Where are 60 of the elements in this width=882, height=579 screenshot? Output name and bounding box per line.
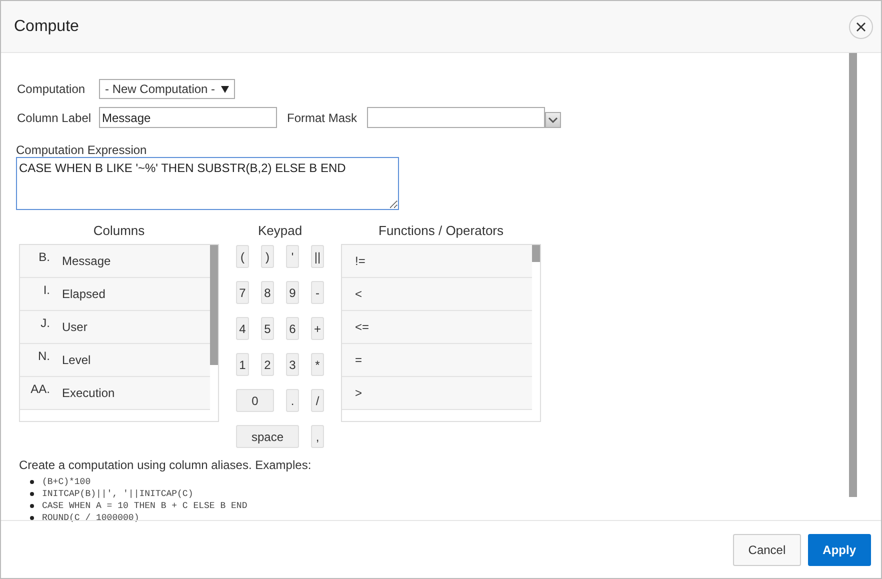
bullet-icon [30, 516, 34, 520]
example-code: CASE WHEN A = 10 THEN B + C ELSE B END [42, 500, 248, 512]
keypad-key[interactable]: . [286, 389, 299, 412]
caret-icon [221, 86, 230, 94]
computation-select[interactable]: - New Computation - [99, 79, 236, 99]
keypad-key[interactable]: , [311, 425, 324, 448]
panel-heading: Functions / Operators [378, 222, 504, 240]
bullet-icon [30, 492, 34, 496]
keypad-key[interactable]: 5 [261, 317, 274, 340]
keypad-key[interactable]: * [311, 353, 324, 376]
keypad-key[interactable]: 4 [236, 317, 249, 340]
keypad-key[interactable]: 0 [236, 389, 274, 412]
example-code: INITCAP(B)||', '||INITCAP(C) [42, 488, 194, 500]
panel-heading: Keypad [256, 222, 304, 240]
close-icon [856, 22, 866, 32]
cancel-button[interactable]: Cancel [733, 534, 801, 566]
help-text: Create a computation using column aliases. Examples: [19, 458, 312, 472]
bullet-icon [30, 504, 34, 508]
column-item[interactable]: AA. Execution [20, 377, 210, 410]
example-code: ROUND(C / 1000000) [42, 512, 140, 524]
keypad-key[interactable]: + [311, 317, 324, 340]
keypad-key[interactable]: 7 [236, 281, 249, 304]
chevron-down-icon [548, 116, 558, 122]
keypad-key[interactable]: 3 [286, 353, 299, 376]
column-item[interactable]: N. Level [20, 344, 210, 377]
keypad-key[interactable]: 2 [261, 353, 274, 376]
dialog-title: Compute [14, 18, 79, 36]
field-label: Column Label [17, 110, 92, 124]
keypad-key[interactable]: - [311, 281, 324, 304]
operator-item[interactable]: = [342, 344, 532, 377]
keypad-key[interactable]: / [311, 389, 324, 412]
bullet-icon [30, 480, 34, 484]
column-item[interactable]: I. Elapsed [20, 278, 210, 311]
field-label: Format Mask [287, 110, 358, 124]
example-code: (B+C)*100 [42, 476, 91, 488]
apply-button[interactable]: Apply [808, 534, 871, 566]
dropdown-button[interactable] [545, 112, 561, 128]
operator-item[interactable]: != [342, 245, 532, 278]
keypad-key[interactable]: 9 [286, 281, 299, 304]
column-item[interactable]: B. Message [20, 245, 210, 278]
format-mask-field[interactable] [367, 107, 545, 128]
keypad-key[interactable]: || [311, 245, 324, 268]
field-label: Computation [17, 82, 86, 96]
keypad-key[interactable]: ' [286, 245, 299, 268]
operator-item[interactable]: < [342, 278, 532, 311]
keypad-key[interactable]: ( [236, 245, 249, 268]
operator-item[interactable]: <= [342, 311, 532, 344]
keypad-key[interactable]: 6 [286, 317, 299, 340]
column-item[interactable]: J. User [20, 311, 210, 344]
expression-field[interactable]: CASE WHEN B LIKE '~%' THEN SUBSTR(B,2) ELSE B END [16, 157, 399, 210]
close-button[interactable] [849, 14, 873, 38]
keypad-key[interactable]: ) [261, 245, 274, 268]
keypad-key[interactable]: 8 [261, 281, 274, 304]
keypad-key[interactable]: 1 [236, 353, 249, 376]
keypad-key[interactable]: space [236, 425, 299, 448]
panel-heading: Columns [92, 222, 146, 240]
scrollbar[interactable] [849, 53, 857, 497]
column-label-field[interactable]: Message [99, 107, 277, 128]
operator-item[interactable]: > [342, 377, 532, 410]
field-label: Computation Expression [16, 143, 148, 157]
